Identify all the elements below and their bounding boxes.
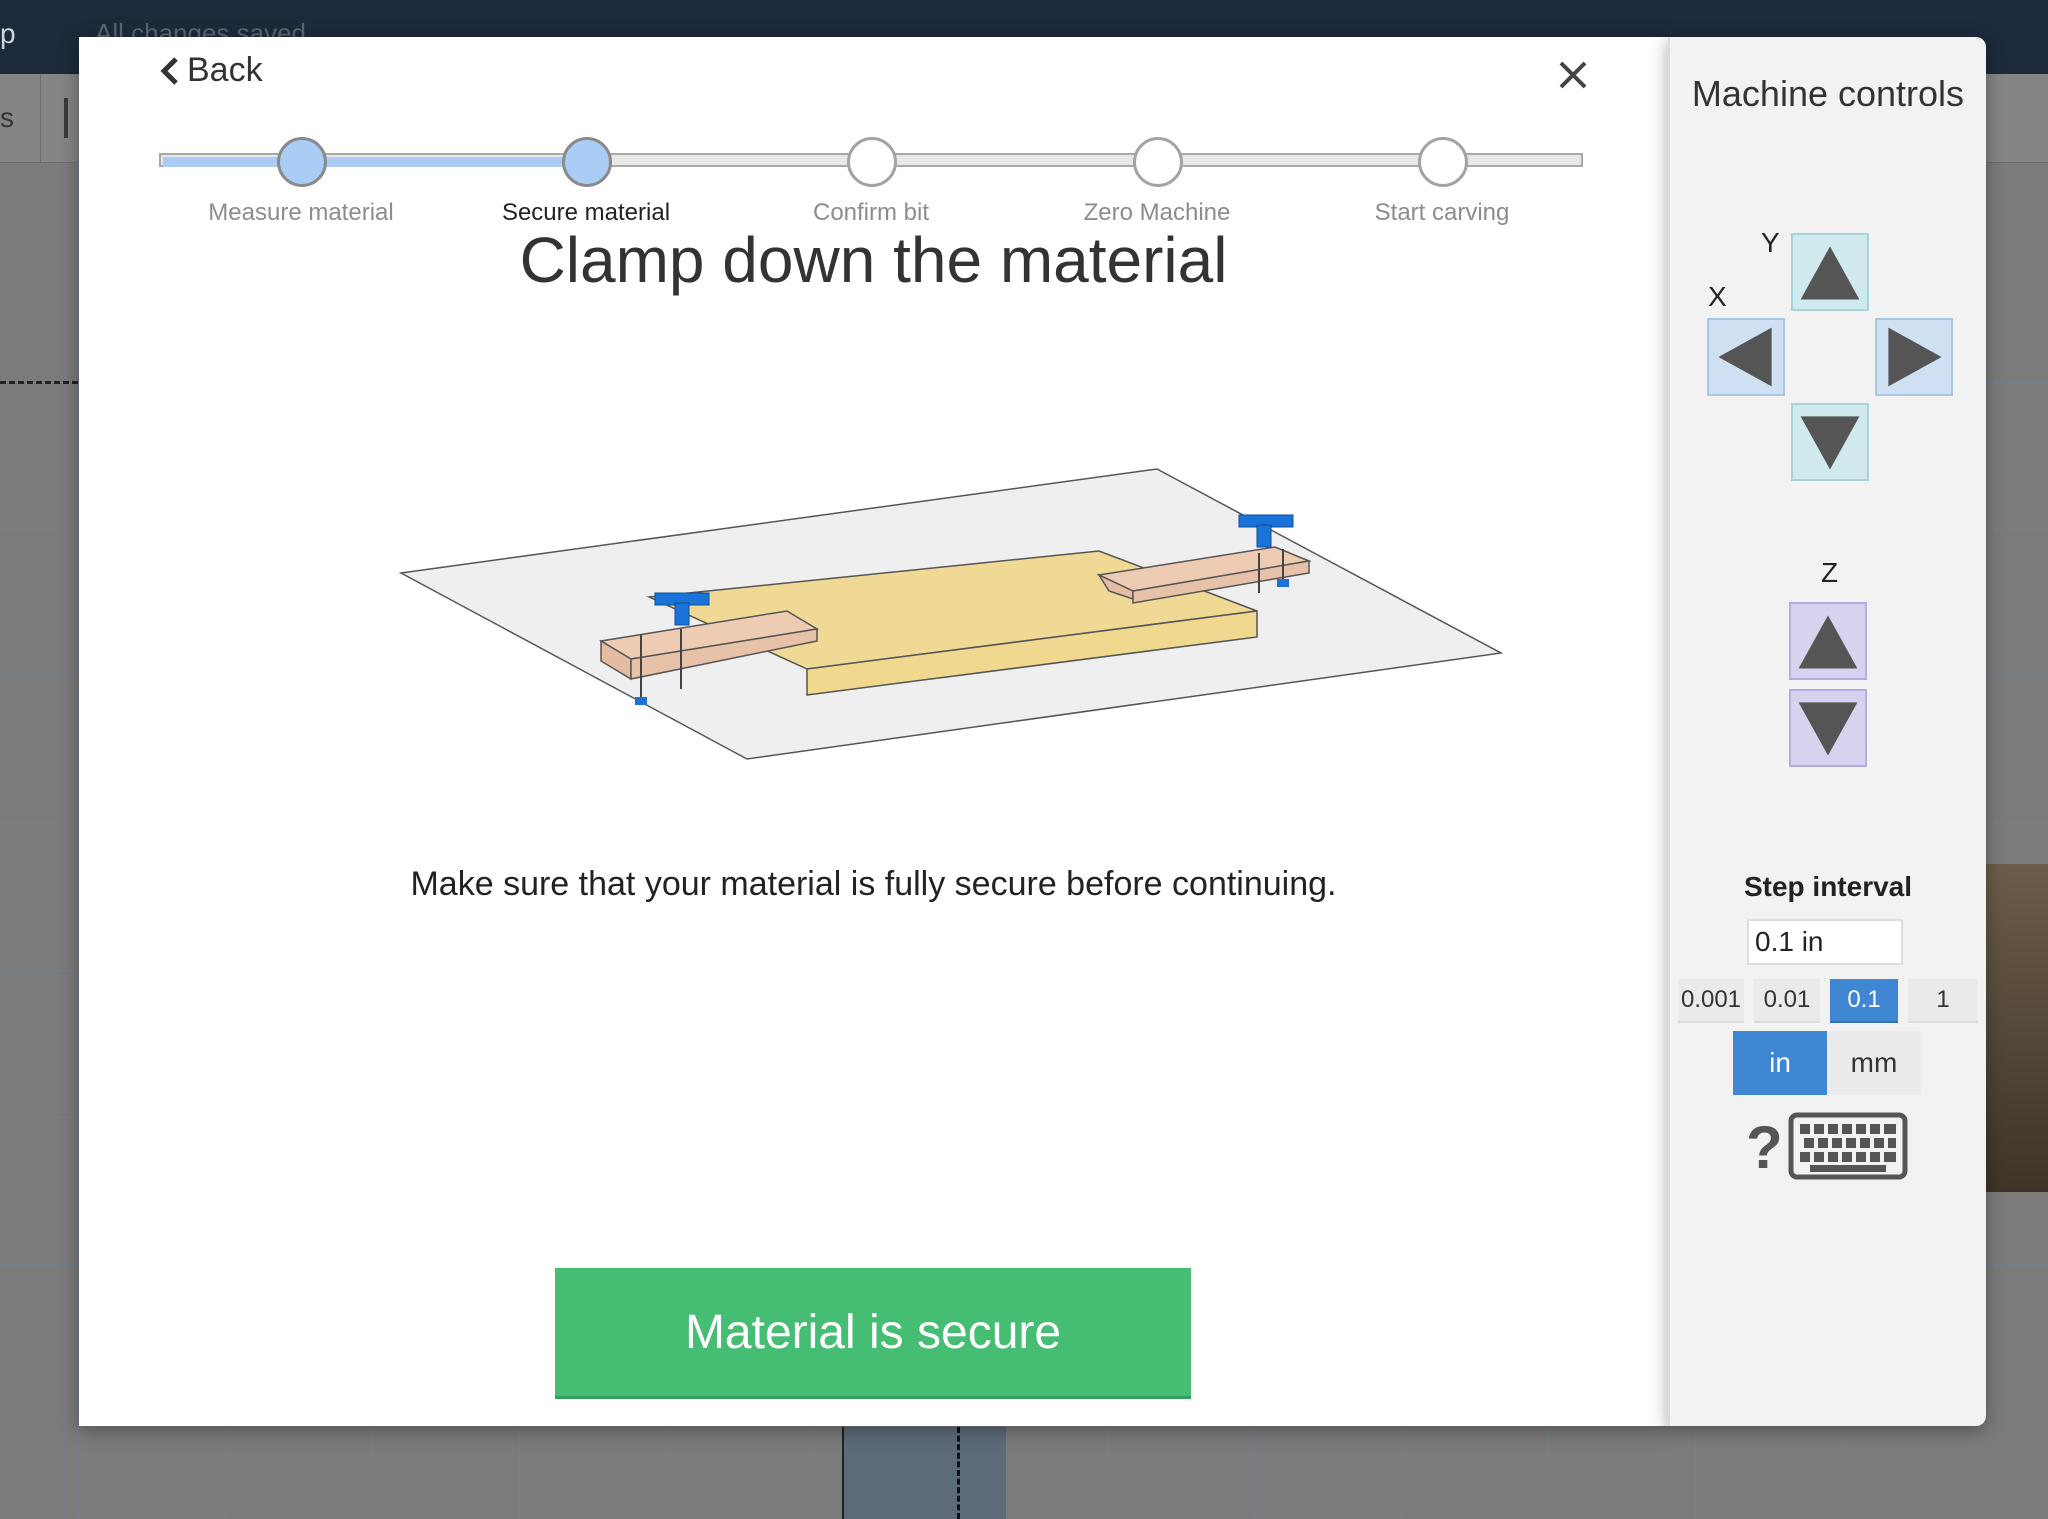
jog-y-plus-button[interactable] xyxy=(1791,233,1869,311)
close-icon xyxy=(1559,61,1587,89)
back-button[interactable]: Back xyxy=(159,51,263,90)
arrow-down-icon xyxy=(1800,416,1860,470)
step-indicator[interactable] xyxy=(1133,137,1183,187)
unit-mm-button[interactable]: mm xyxy=(1827,1031,1921,1095)
step-option-001[interactable]: 0.01 xyxy=(1754,979,1820,1023)
step-option-1[interactable]: 1 xyxy=(1908,979,1978,1023)
toolbar-divider xyxy=(40,74,41,162)
material-secure-button[interactable]: Material is secure xyxy=(555,1268,1191,1396)
step-interval-input[interactable] xyxy=(1747,919,1903,965)
canvas-guide-line xyxy=(0,381,78,384)
step-indicator[interactable] xyxy=(562,137,612,187)
canvas-preview-pane xyxy=(842,1427,1006,1519)
arrow-down-icon xyxy=(1798,702,1858,756)
arrow-up-icon xyxy=(1798,615,1858,669)
step-interval-title: Step interval xyxy=(1743,871,1913,902)
machine-controls-panel: Machine controls Y X Z Step interval 0.0… xyxy=(1668,37,1986,1426)
jog-y-minus-button[interactable] xyxy=(1791,403,1869,481)
help-icon[interactable]: ? xyxy=(1746,1113,1783,1182)
topbar-glyph: p xyxy=(0,18,16,49)
arrow-right-icon xyxy=(1888,327,1942,387)
jog-z-plus-button[interactable] xyxy=(1789,602,1867,680)
axis-z-label: Z xyxy=(1821,557,1839,588)
step-indicator[interactable] xyxy=(1418,137,1468,187)
toolbar-glyph: s xyxy=(0,102,14,133)
unit-in-button[interactable]: in xyxy=(1733,1031,1827,1095)
stepper-progress-fill xyxy=(163,157,585,167)
jog-x-plus-button[interactable] xyxy=(1875,318,1953,396)
arrow-left-icon xyxy=(1718,327,1772,387)
jog-z-minus-button[interactable] xyxy=(1789,689,1867,767)
modal-title: Clamp down the material xyxy=(519,224,1228,296)
chevron-left-icon xyxy=(160,56,178,85)
canvas-preview-guide xyxy=(957,1427,960,1519)
arrow-up-icon xyxy=(1800,246,1860,300)
step-option-0001[interactable]: 0.001 xyxy=(1678,979,1744,1023)
keyboard-shortcuts-icon xyxy=(1788,1112,1908,1180)
jog-x-minus-button[interactable] xyxy=(1707,318,1785,396)
progress-stepper: Measure material Secure material Confirm… xyxy=(159,101,1587,226)
machine-controls-title: Machine controls xyxy=(1691,73,1965,114)
keyboard-icon[interactable] xyxy=(1788,1112,1908,1180)
step-indicator[interactable] xyxy=(277,137,327,187)
canvas-material-preview xyxy=(1982,864,2048,1192)
back-label: Back xyxy=(187,51,263,89)
close-button[interactable] xyxy=(1551,53,1595,97)
axis-y-label: Y xyxy=(1761,227,1780,258)
step-option-01[interactable]: 0.1 xyxy=(1830,979,1898,1023)
clamped-material-illustration xyxy=(399,468,1504,760)
axis-x-label: X xyxy=(1708,281,1727,312)
step-indicator[interactable] xyxy=(847,137,897,187)
carve-setup-modal: Back Measure material Secure material Co… xyxy=(79,37,1668,1426)
instructions-text: Make sure that your material is fully se… xyxy=(410,865,1337,903)
